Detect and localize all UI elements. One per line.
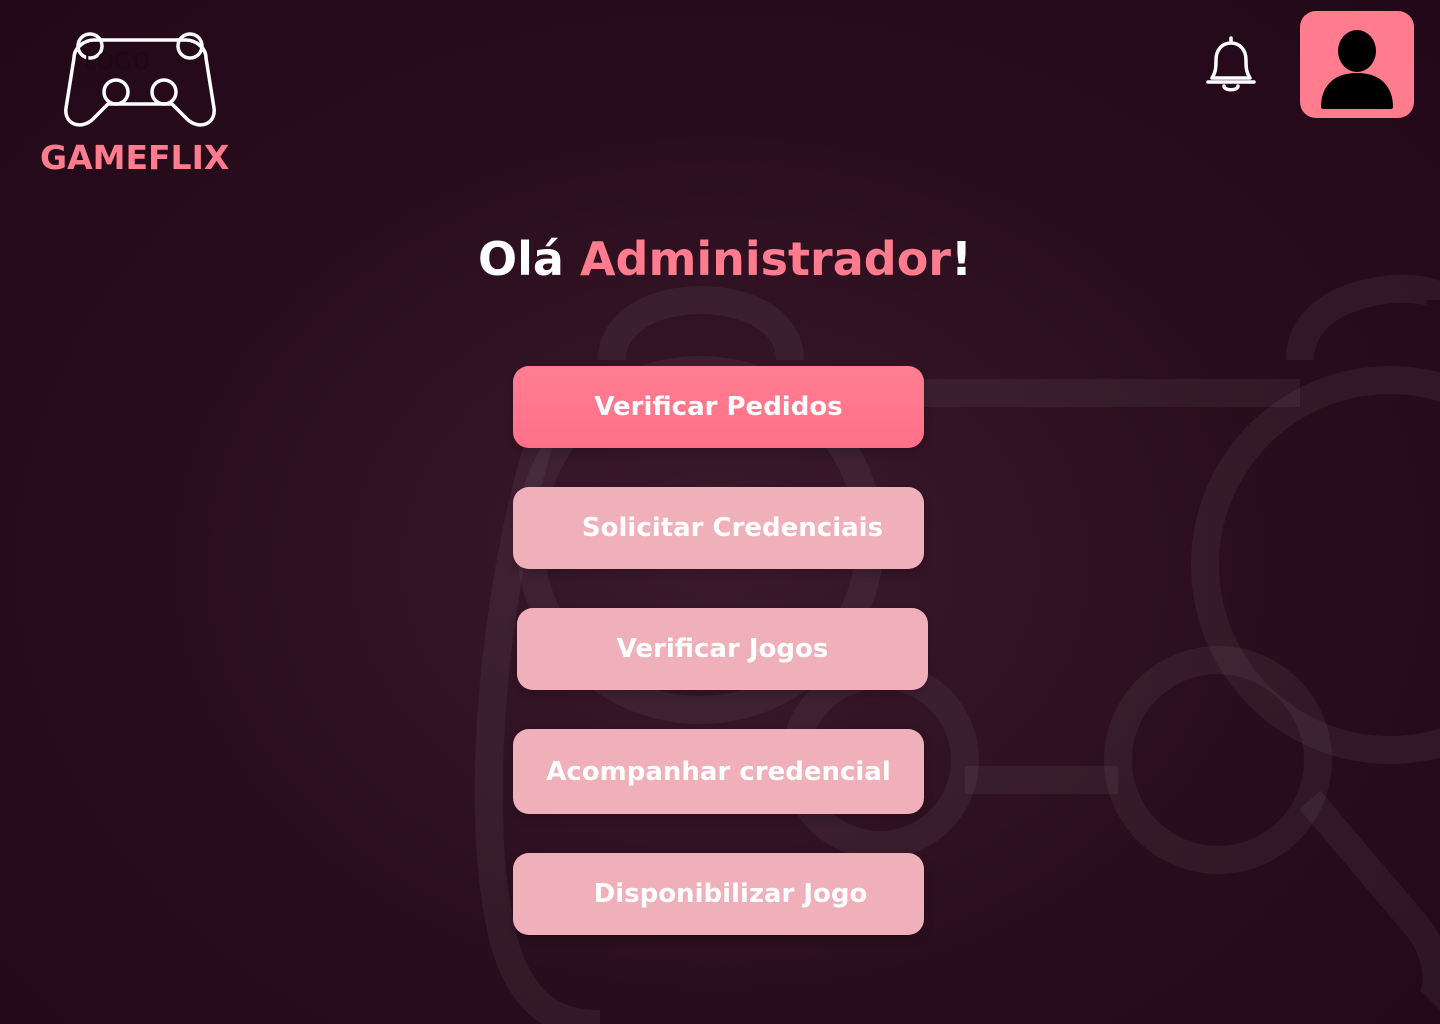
profile-button[interactable] — [1300, 11, 1414, 118]
verify-games-button[interactable]: Verificar Jogos — [517, 608, 928, 690]
greeting-suffix: ! — [951, 232, 972, 286]
user-icon — [1321, 30, 1393, 109]
gamepad-icon — [64, 32, 216, 127]
app-logo[interactable]: LOGO GAMEFLIX — [40, 28, 250, 178]
verify-games-label: Verificar Jogos — [616, 634, 829, 664]
page-title: Olá Administrador! — [0, 232, 1440, 286]
greeting-user-name: Administrador — [579, 232, 951, 286]
verify-orders-button[interactable]: Verificar Pedidos — [513, 366, 924, 448]
publish-game-label: Disponibilizar Jogo — [593, 879, 868, 909]
request-credentials-button[interactable]: Solicitar Credenciais — [513, 487, 924, 569]
publish-game-button[interactable]: Disponibilizar Jogo — [513, 853, 924, 935]
greeting-prefix: Olá — [478, 232, 580, 286]
brand-name: GAMEFLIX — [40, 138, 230, 177]
verify-orders-label: Verificar Pedidos — [594, 392, 843, 422]
notifications-button[interactable] — [1200, 32, 1262, 96]
track-credential-button[interactable]: Acompanhar credencial — [513, 729, 924, 814]
request-credentials-label: Solicitar Credenciais — [581, 513, 884, 543]
logo-placeholder-text: LOGO — [84, 50, 152, 75]
track-credential-label: Acompanhar credencial — [546, 756, 891, 787]
bell-icon — [1206, 36, 1256, 92]
